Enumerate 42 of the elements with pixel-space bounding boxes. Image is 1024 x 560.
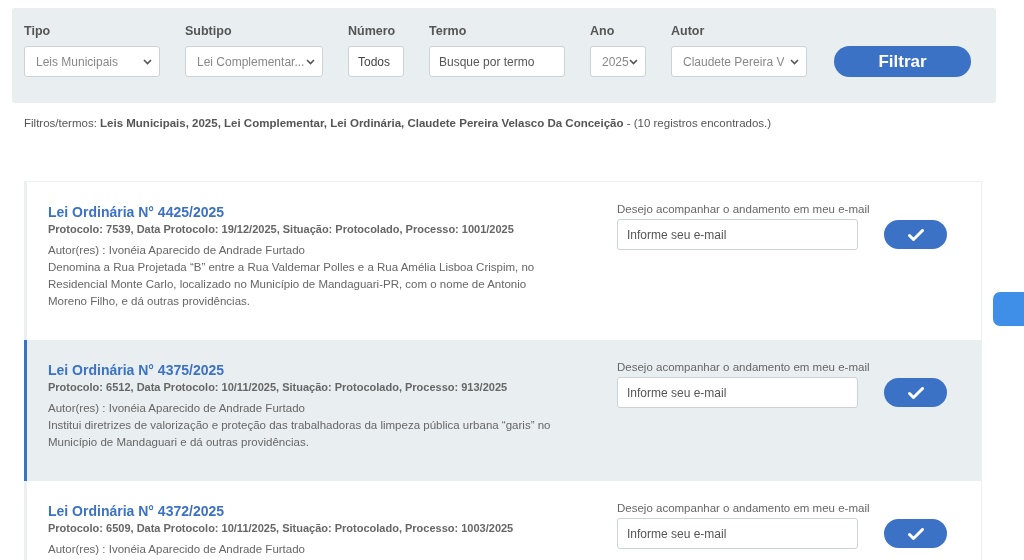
result-author: Autor(res) : Ivonéia Aparecido de Andrade Furtado (48, 542, 306, 557)
filter-label: Número (348, 24, 397, 38)
email-label: Desejo acompanhar o andamento em meu e-mail (617, 361, 871, 373)
result-meta: Protocolo: 7539, Data Protocolo: 19/12/2025, Situação: Protocolado, Processo: 1001/2025 (48, 222, 515, 237)
dropdown[interactable]: Claudete Pereira V (671, 46, 807, 77)
dropdown[interactable]: 2025 (590, 46, 646, 77)
email-field[interactable]: Informe seu e-mail (617, 377, 858, 408)
chevron-down-icon (143, 58, 152, 65)
dropdown[interactable]: Lei Complementar... (185, 46, 323, 77)
result-author: Autor(res) : Ivonéia Aparecido de Andrade Furtado (48, 243, 306, 258)
result-meta: Protocolo: 6512, Data Protocolo: 10/11/2025, Situação: Protocolado, Processo: 913/2025 (48, 380, 509, 395)
email-field[interactable]: Informe seu e-mail (617, 518, 858, 549)
subscribe-button[interactable] (884, 378, 947, 407)
filter-button[interactable]: Filtrar (834, 46, 971, 77)
filter-label: Autor (671, 24, 706, 38)
result-title-link[interactable]: Lei Ordinária N° 4372/2025 (48, 502, 568, 520)
dropdown[interactable]: Leis Municipais (24, 46, 160, 77)
checkmark-icon (907, 527, 924, 540)
checkmark-icon (907, 386, 924, 399)
email-label: Desejo acompanhar o andamento em meu e-mail (617, 203, 871, 215)
filter-label: Subtipo (185, 24, 233, 38)
subscribe-button[interactable] (884, 519, 947, 548)
subscribe-button[interactable] (884, 220, 947, 249)
filter-summary: Filtros/termos: Leis Municipais, 2025, Lei Complementar, Lei Ordinária, Claudete Pereira Velasco Da Conceição - (10 registros encontrados.) (24, 117, 773, 129)
filter-label: Termo (429, 24, 468, 38)
input-field[interactable]: Todos (348, 46, 404, 77)
email-field[interactable]: Informe seu e-mail (617, 219, 858, 250)
result-description: Institui diretrizes de valorização e proteção das trabalhadoras da limpeza pública urbana “garis” no Município de Mandaguari e dá outras providências. (48, 418, 552, 450)
result-title-link[interactable]: Lei Ordinária N° 4425/2025 (48, 203, 568, 221)
result-meta: Protocolo: 6509, Data Protocolo: 10/11/2025, Situação: Protocolado, Processo: 1003/2025 (48, 521, 515, 536)
filter-label: Tipo (24, 24, 52, 38)
chevron-down-icon (629, 58, 638, 65)
email-label: Desejo acompanhar o andamento em meu e-mail (617, 502, 871, 514)
result-author: Autor(res) : Ivonéia Aparecido de Andrade Furtado (48, 401, 306, 416)
filter-label: Ano (590, 24, 616, 38)
input-field[interactable]: Busque por termo (429, 46, 565, 77)
chevron-down-icon (306, 58, 315, 65)
chevron-down-icon (790, 58, 799, 65)
result-description: Denomina a Rua Projetada “B” entre a Rua Valdemar Polles e a Rua Amélia Lisboa Crispim, no Residencial Monte Carlo, localizado no Município de Mandaguari-PR, com o nome de Antonio Moreno Filho, e dá outras providências. (48, 260, 536, 309)
result-title-link[interactable]: Lei Ordinária N° 4375/2025 (48, 361, 568, 379)
checkmark-icon (907, 228, 924, 241)
result-card[interactable] (24, 340, 981, 481)
